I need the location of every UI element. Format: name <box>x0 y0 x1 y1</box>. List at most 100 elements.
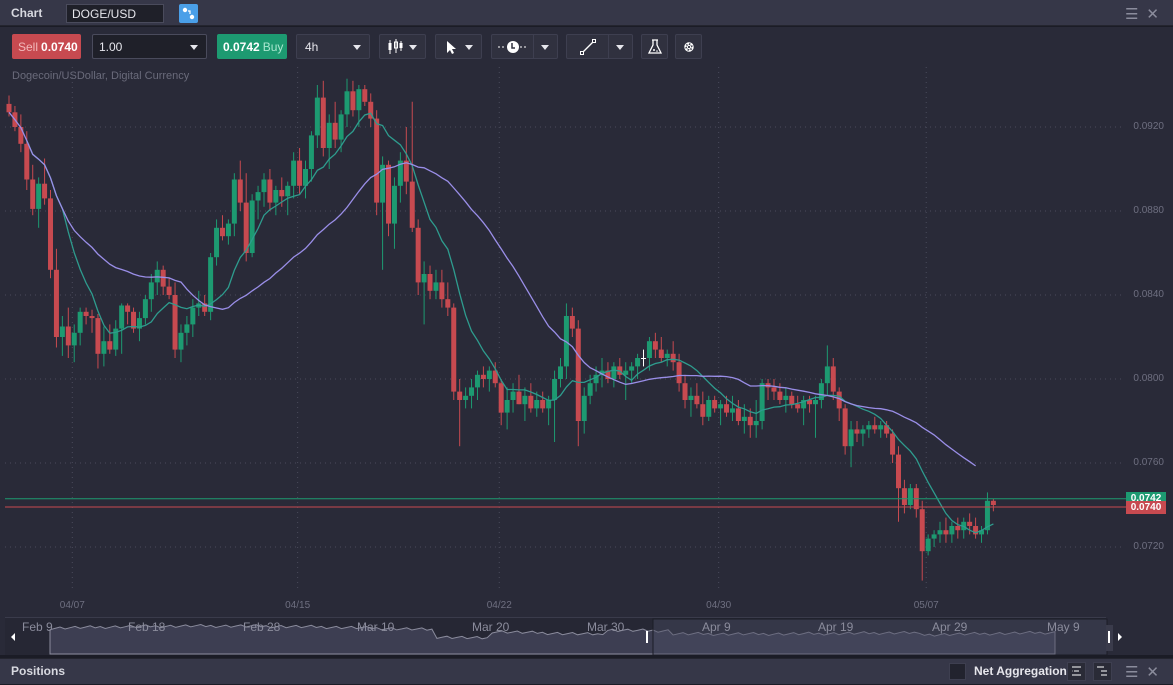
navigator-date-label: Mar 20 <box>472 620 510 634</box>
candle <box>326 114 332 169</box>
settings-button[interactable] <box>675 34 702 59</box>
candle <box>629 362 635 384</box>
candle <box>30 164 36 216</box>
candle <box>65 307 71 358</box>
chart-window-titlebar: Chart DOGE/USD ☰ ✕ <box>0 0 1173 26</box>
y-tick-label: 0.0720 <box>1133 541 1164 552</box>
candle <box>712 395 718 413</box>
candle <box>474 370 480 400</box>
candle <box>818 379 824 409</box>
navigator-date-label: Mar 10 <box>357 620 395 634</box>
drawing-tool-dropdown[interactable] <box>566 34 633 59</box>
chevron-down-icon <box>190 45 198 50</box>
candle <box>368 93 374 127</box>
candle <box>273 185 279 216</box>
navigator-date-label: Apr 29 <box>932 620 968 634</box>
interval-value: 4h <box>305 39 319 54</box>
candle <box>540 391 546 413</box>
studies-button[interactable] <box>641 34 668 59</box>
candle <box>860 425 866 447</box>
chevron-down-icon <box>541 45 549 50</box>
candle <box>362 85 368 106</box>
candle <box>166 278 172 300</box>
candle <box>735 400 741 426</box>
candle <box>409 101 415 232</box>
navigator-date-label: Mar 30 <box>587 620 625 634</box>
candle <box>6 95 12 117</box>
net-aggregation-checkbox[interactable] <box>949 663 966 680</box>
sell-button[interactable]: Sell 0.0740 <box>12 34 81 59</box>
candle <box>984 492 990 535</box>
candle <box>190 299 196 337</box>
collapse-rows-button[interactable] <box>1093 662 1112 681</box>
candle <box>279 177 285 207</box>
link-button[interactable] <box>179 4 198 23</box>
candle <box>718 400 724 426</box>
candle <box>694 383 700 409</box>
candle <box>18 114 24 153</box>
navigator-date-label: Feb 9 <box>22 620 53 634</box>
candle <box>131 307 137 333</box>
candle <box>160 265 166 295</box>
candle <box>890 429 896 463</box>
hamburger-icon[interactable]: ☰ <box>1125 663 1138 681</box>
candle <box>534 391 540 417</box>
cursor-dropdown[interactable] <box>435 34 482 59</box>
candle <box>765 379 771 400</box>
candle <box>990 498 996 512</box>
candle <box>172 282 178 358</box>
candle <box>872 416 878 434</box>
candle <box>12 106 18 132</box>
link-icon <box>182 7 195 20</box>
chevron-down-icon <box>353 45 361 50</box>
quantity-value: 1.00 <box>99 39 123 54</box>
scroll-right-icon[interactable] <box>1118 633 1122 641</box>
candle <box>949 521 955 543</box>
candle <box>386 160 392 237</box>
candle <box>884 421 890 438</box>
buy-button[interactable]: 0.0742 Buy <box>217 34 287 59</box>
time-tool-dropdown[interactable] <box>491 34 558 59</box>
candle <box>724 395 730 417</box>
positions-panel-header: Positions Net Aggregation ☰ ✕ <box>0 658 1173 684</box>
time-navigator[interactable]: Feb 9 Feb 18 Feb 28 Mar 10 Mar 20 Mar 30 Apr 9… <box>0 617 1173 655</box>
candle <box>824 345 830 396</box>
close-icon[interactable]: ✕ <box>1146 5 1159 23</box>
close-icon[interactable]: ✕ <box>1146 663 1159 681</box>
quantity-dropdown[interactable]: 1.00 <box>92 34 207 59</box>
candle <box>463 387 469 409</box>
candle <box>219 215 225 241</box>
candle <box>291 152 297 199</box>
candle <box>700 391 706 426</box>
candle <box>919 500 925 581</box>
sell-price: 0.0740 <box>41 39 78 54</box>
candle <box>896 446 901 522</box>
window-title: Chart <box>11 6 43 20</box>
navigator-left-handle[interactable] <box>646 631 648 643</box>
candle <box>113 320 119 356</box>
interval-dropdown[interactable]: 4h <box>296 34 370 59</box>
candle <box>943 517 949 543</box>
navigator-right-handle[interactable] <box>1108 631 1110 643</box>
candle <box>178 324 184 363</box>
buy-label: Buy <box>262 39 284 54</box>
candle <box>611 362 617 388</box>
candle <box>350 80 356 117</box>
candle <box>89 309 95 333</box>
candle <box>878 421 884 438</box>
candle <box>356 85 362 127</box>
candle <box>807 395 813 413</box>
price-chart[interactable] <box>0 27 1173 655</box>
candle <box>101 326 107 367</box>
candle <box>498 379 504 426</box>
expand-rows-button[interactable] <box>1067 662 1086 681</box>
chart-type-dropdown[interactable] <box>379 34 426 59</box>
candle <box>522 387 528 421</box>
candle <box>36 177 42 228</box>
navigator-date-label: Feb 28 <box>243 620 281 634</box>
y-tick-label: 0.0920 <box>1133 121 1164 132</box>
candle <box>783 387 789 413</box>
symbol-input[interactable]: DOGE/USD <box>66 4 164 23</box>
candle <box>433 269 439 300</box>
hamburger-icon[interactable]: ☰ <box>1125 5 1138 23</box>
